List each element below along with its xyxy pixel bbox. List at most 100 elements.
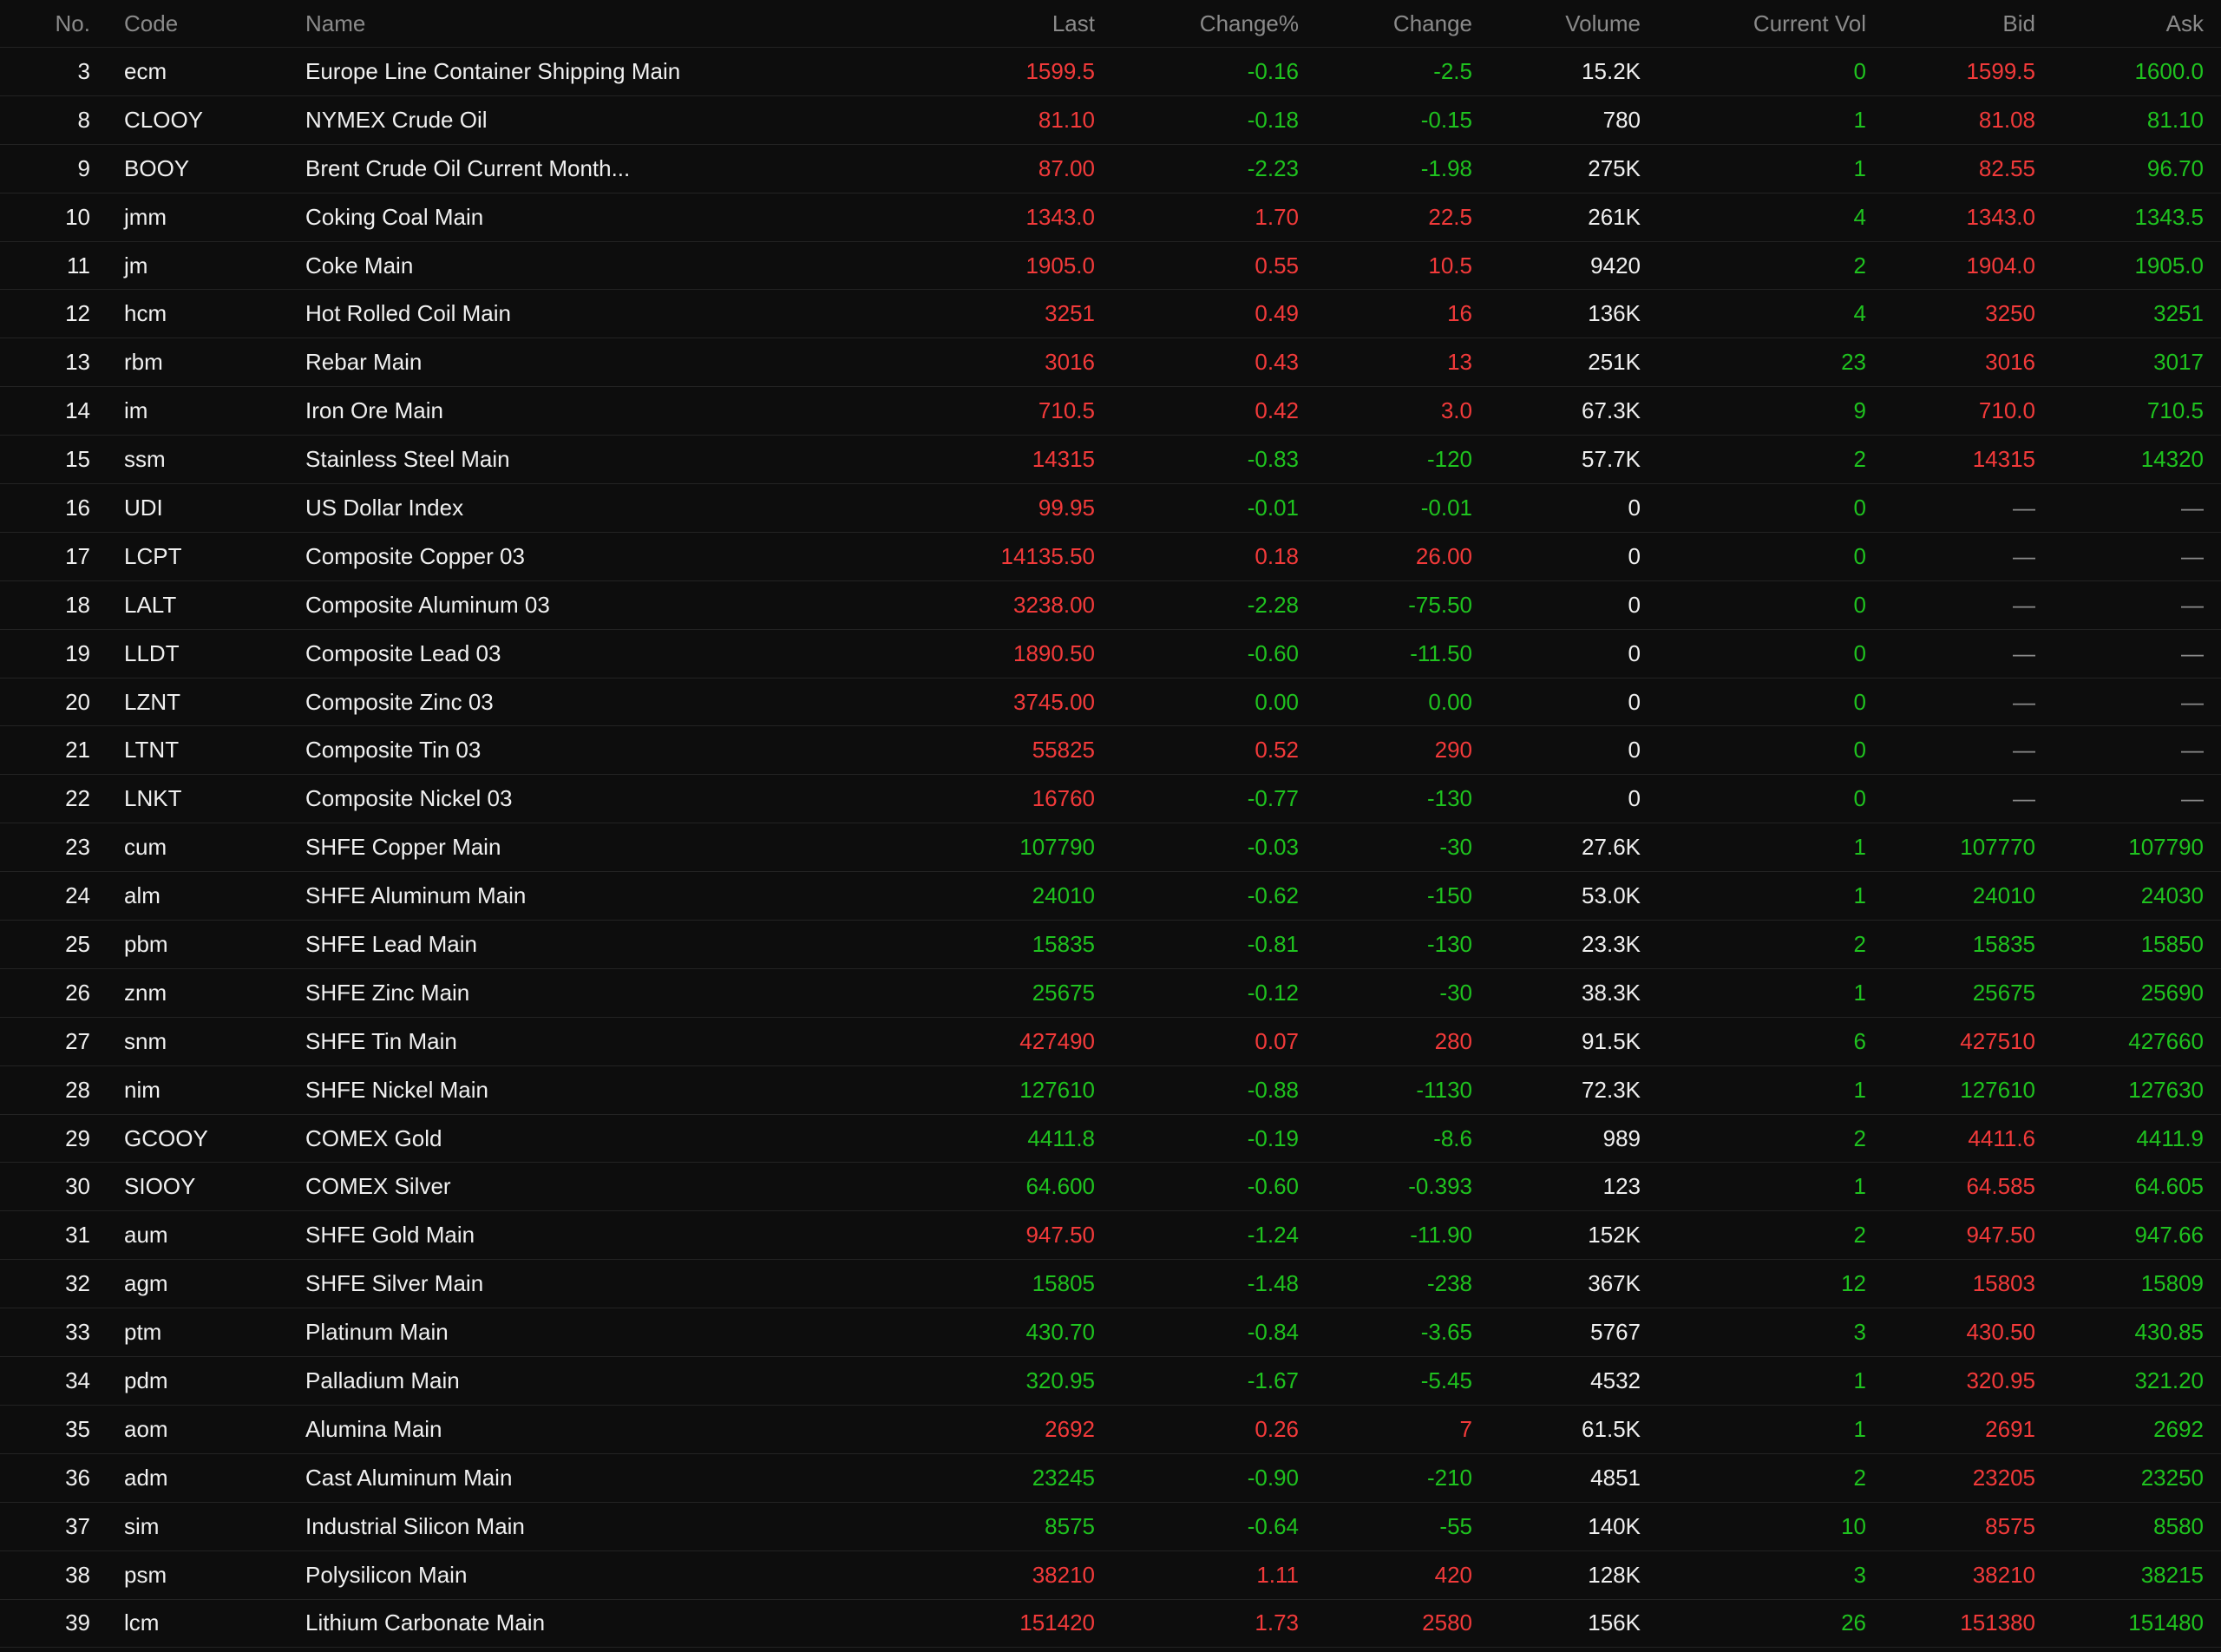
table-row[interactable]: 8 CLOOY NYMEX Crude Oil 81.10 -0.18 -0.15 780 1…	[0, 96, 2221, 145]
table-row[interactable]: 27 snm SHFE Tin Main 427490 0.07 280 91.5K 6 427…	[0, 1018, 2221, 1066]
table-row[interactable]: 28 nim SHFE Nickel Main 127610 -0.88 -1130 72.…	[0, 1066, 2221, 1115]
table-row[interactable]: 17 LCPT Composite Copper 03 14135.50 0.18 26.…	[0, 533, 2221, 581]
row-code: jmm	[124, 203, 167, 230]
row-last: 14135.50	[1000, 542, 1095, 569]
row-no: 27	[65, 1027, 90, 1054]
row-volume: 152K	[1588, 1222, 1641, 1249]
row-volume: 156K	[1588, 1609, 1641, 1636]
header-name[interactable]: Name	[272, 10, 793, 37]
row-ask: 151480	[2128, 1609, 2204, 1636]
table-row[interactable]: 14 im Iron Ore Main 710.5 0.42 3.0 67.3K 9 710.0…	[0, 387, 2221, 436]
table-row[interactable]: 12 hcm Hot Rolled Coil Main 3251 0.49 16 136K 4…	[0, 290, 2221, 339]
table-row[interactable]: 11 jm Coke Main 1905.0 0.55 10.5 9420 2 1904.0 19…	[0, 242, 2221, 291]
header-change[interactable]: Change	[1299, 10, 1472, 37]
row-current-vol: 1	[1853, 154, 1866, 181]
row-change: -130	[1426, 930, 1472, 957]
row-change-pct: -1.67	[1247, 1367, 1299, 1393]
row-name: Palladium Main	[305, 1367, 460, 1393]
table-row[interactable]: 29 GCOOY COMEX Gold 4411.8 -0.19 -8.6 989 2 4411…	[0, 1115, 2221, 1164]
row-code: aom	[124, 1415, 168, 1442]
row-volume: 0	[1628, 737, 1641, 764]
row-ask: 15809	[2140, 1270, 2204, 1297]
row-change: -1130	[1416, 1076, 1472, 1103]
table-row[interactable]: 31 aum SHFE Gold Main 947.50 -1.24 -11.90 152K…	[0, 1211, 2221, 1261]
table-row[interactable]: 39 lcm Lithium Carbonate Main 151420 1.73 258…	[0, 1600, 2221, 1649]
row-ask: —	[2181, 639, 2204, 666]
table-row[interactable]: 9 BOOY Brent Crude Oil Current Month... 87.…	[0, 145, 2221, 193]
header-ask[interactable]: Ask	[2035, 10, 2204, 37]
row-bid: 15835	[1972, 930, 2035, 957]
table-row[interactable]: 13 rbm Rebar Main 3016 0.43 13 251K 23 3016 3017	[0, 338, 2221, 388]
row-no: 21	[65, 737, 90, 764]
header-no[interactable]: No.	[0, 10, 90, 37]
table-row[interactable]: 19 LLDT Composite Lead 03 1890.50 -0.60 -11.5…	[0, 630, 2221, 678]
row-no: 30	[65, 1173, 90, 1200]
header-current-vol[interactable]: Current Vol	[1641, 10, 1866, 37]
row-bid: —	[2013, 591, 2035, 618]
header-bid[interactable]: Bid	[1866, 10, 2035, 37]
row-current-vol: 0	[1853, 57, 1866, 84]
row-name: Composite Lead 03	[305, 639, 501, 666]
row-volume: 5767	[1590, 1319, 1641, 1346]
table-row[interactable]: 25 pbm SHFE Lead Main 15835 -0.81 -130 23.3K 2 1…	[0, 921, 2221, 969]
row-last: 55825	[1032, 737, 1095, 764]
row-current-vol: 4	[1853, 203, 1866, 230]
table-row[interactable]: 33 ptm Platinum Main 430.70 -0.84 -3.65 5767 3 4…	[0, 1308, 2221, 1358]
row-no: 19	[65, 639, 90, 666]
row-volume: 15.2K	[1582, 57, 1641, 84]
row-name: Cast Aluminum Main	[305, 1464, 513, 1491]
row-ask: 1343.5	[2134, 203, 2204, 230]
row-ask: 24030	[2140, 882, 2204, 909]
table-row[interactable]: 15 ssm Stainless Steel Main 14315 -0.83 -120 5…	[0, 436, 2221, 485]
table-row[interactable]: 18 LALT Composite Aluminum 03 3238.00 -2.28 -…	[0, 581, 2221, 630]
header-change-pct[interactable]: Change%	[1095, 10, 1299, 37]
table-row[interactable]: 23 cum SHFE Copper Main 107790 -0.03 -30 27.6K…	[0, 823, 2221, 873]
row-no: 36	[65, 1464, 90, 1491]
table-row[interactable]: 3 ecm Europe Line Container Shipping Main 1…	[0, 48, 2221, 96]
row-change-pct: -0.62	[1247, 882, 1299, 909]
header-last[interactable]: Last	[793, 10, 1095, 37]
row-bid: —	[2013, 785, 2035, 812]
row-bid: 14315	[1972, 446, 2035, 473]
table-row[interactable]: 10 jmm Coking Coal Main 1343.0 1.70 22.5 261K 4…	[0, 193, 2221, 242]
row-last: 3251	[1045, 300, 1095, 327]
table-row[interactable]: 24 alm SHFE Aluminum Main 24010 -0.62 -150 53.…	[0, 872, 2221, 921]
table-row[interactable]: 35 aom Alumina Main 2692 0.26 7 61.5K 1 2691 2692	[0, 1406, 2221, 1454]
table-row[interactable]: 22 LNKT Composite Nickel 03 16760 -0.77 -130 0…	[0, 775, 2221, 824]
row-name: SHFE Lead Main	[305, 930, 477, 957]
table-row[interactable]: 34 pdm Palladium Main 320.95 -1.67 -5.45 4532 1…	[0, 1357, 2221, 1406]
row-bid: 320.95	[1966, 1367, 2035, 1393]
table-row[interactable]: 32 agm SHFE Silver Main 15805 -1.48 -238 367K 1…	[0, 1260, 2221, 1309]
table-row[interactable]: 36 adm Cast Aluminum Main 23245 -0.90 -210 485…	[0, 1454, 2221, 1503]
table-row[interactable]: 30 SIOOY COMEX Silver 64.600 -0.60 -0.393 123 1…	[0, 1163, 2221, 1212]
row-no: 16	[65, 494, 90, 521]
row-code: aum	[124, 1222, 168, 1249]
row-change: -75.50	[1408, 591, 1472, 618]
quote-table: No. Code Name Last Change% Change Volume…	[0, 0, 2221, 1649]
row-change-pct: -0.18	[1247, 106, 1299, 133]
table-row[interactable]: 20 LZNT Composite Zinc 03 3745.00 0.00 0.00 0 0…	[0, 678, 2221, 727]
row-ask: 81.10	[2146, 106, 2204, 133]
header-code[interactable]: Code	[90, 10, 272, 37]
row-last: 1599.5	[1025, 57, 1095, 84]
row-ask: 947.66	[2134, 1222, 2204, 1249]
table-row[interactable]: 37 sim Industrial Silicon Main 8575 -0.64 -55…	[0, 1503, 2221, 1551]
row-last: 15805	[1032, 1270, 1095, 1297]
table-row[interactable]: 16 UDI US Dollar Index 99.95 -0.01 -0.01 0 0 — —	[0, 484, 2221, 533]
row-code: LCPT	[124, 542, 182, 569]
row-ask: 427660	[2128, 1027, 2204, 1054]
row-bid: 81.08	[1978, 106, 2035, 133]
row-change-pct: -0.90	[1247, 1464, 1299, 1491]
row-current-vol: 2	[1853, 446, 1866, 473]
table-row[interactable]: 26 znm SHFE Zinc Main 25675 -0.12 -30 38.3K 1 25…	[0, 969, 2221, 1018]
table-row[interactable]: 21 LTNT Composite Tin 03 55825 0.52 290 0 0 — —	[0, 726, 2221, 776]
header-volume[interactable]: Volume	[1472, 10, 1641, 37]
row-change-pct: 0.07	[1255, 1027, 1299, 1054]
row-change-pct: 0.00	[1255, 688, 1299, 715]
row-name: COMEX Gold	[305, 1124, 442, 1151]
row-ask: 127630	[2128, 1076, 2204, 1103]
row-name: Composite Nickel 03	[305, 785, 513, 812]
row-bid: 151380	[1960, 1609, 2035, 1636]
table-row[interactable]: 38 psm Polysilicon Main 38210 1.11 420 128K 3 38…	[0, 1551, 2221, 1600]
row-no: 22	[65, 785, 90, 812]
